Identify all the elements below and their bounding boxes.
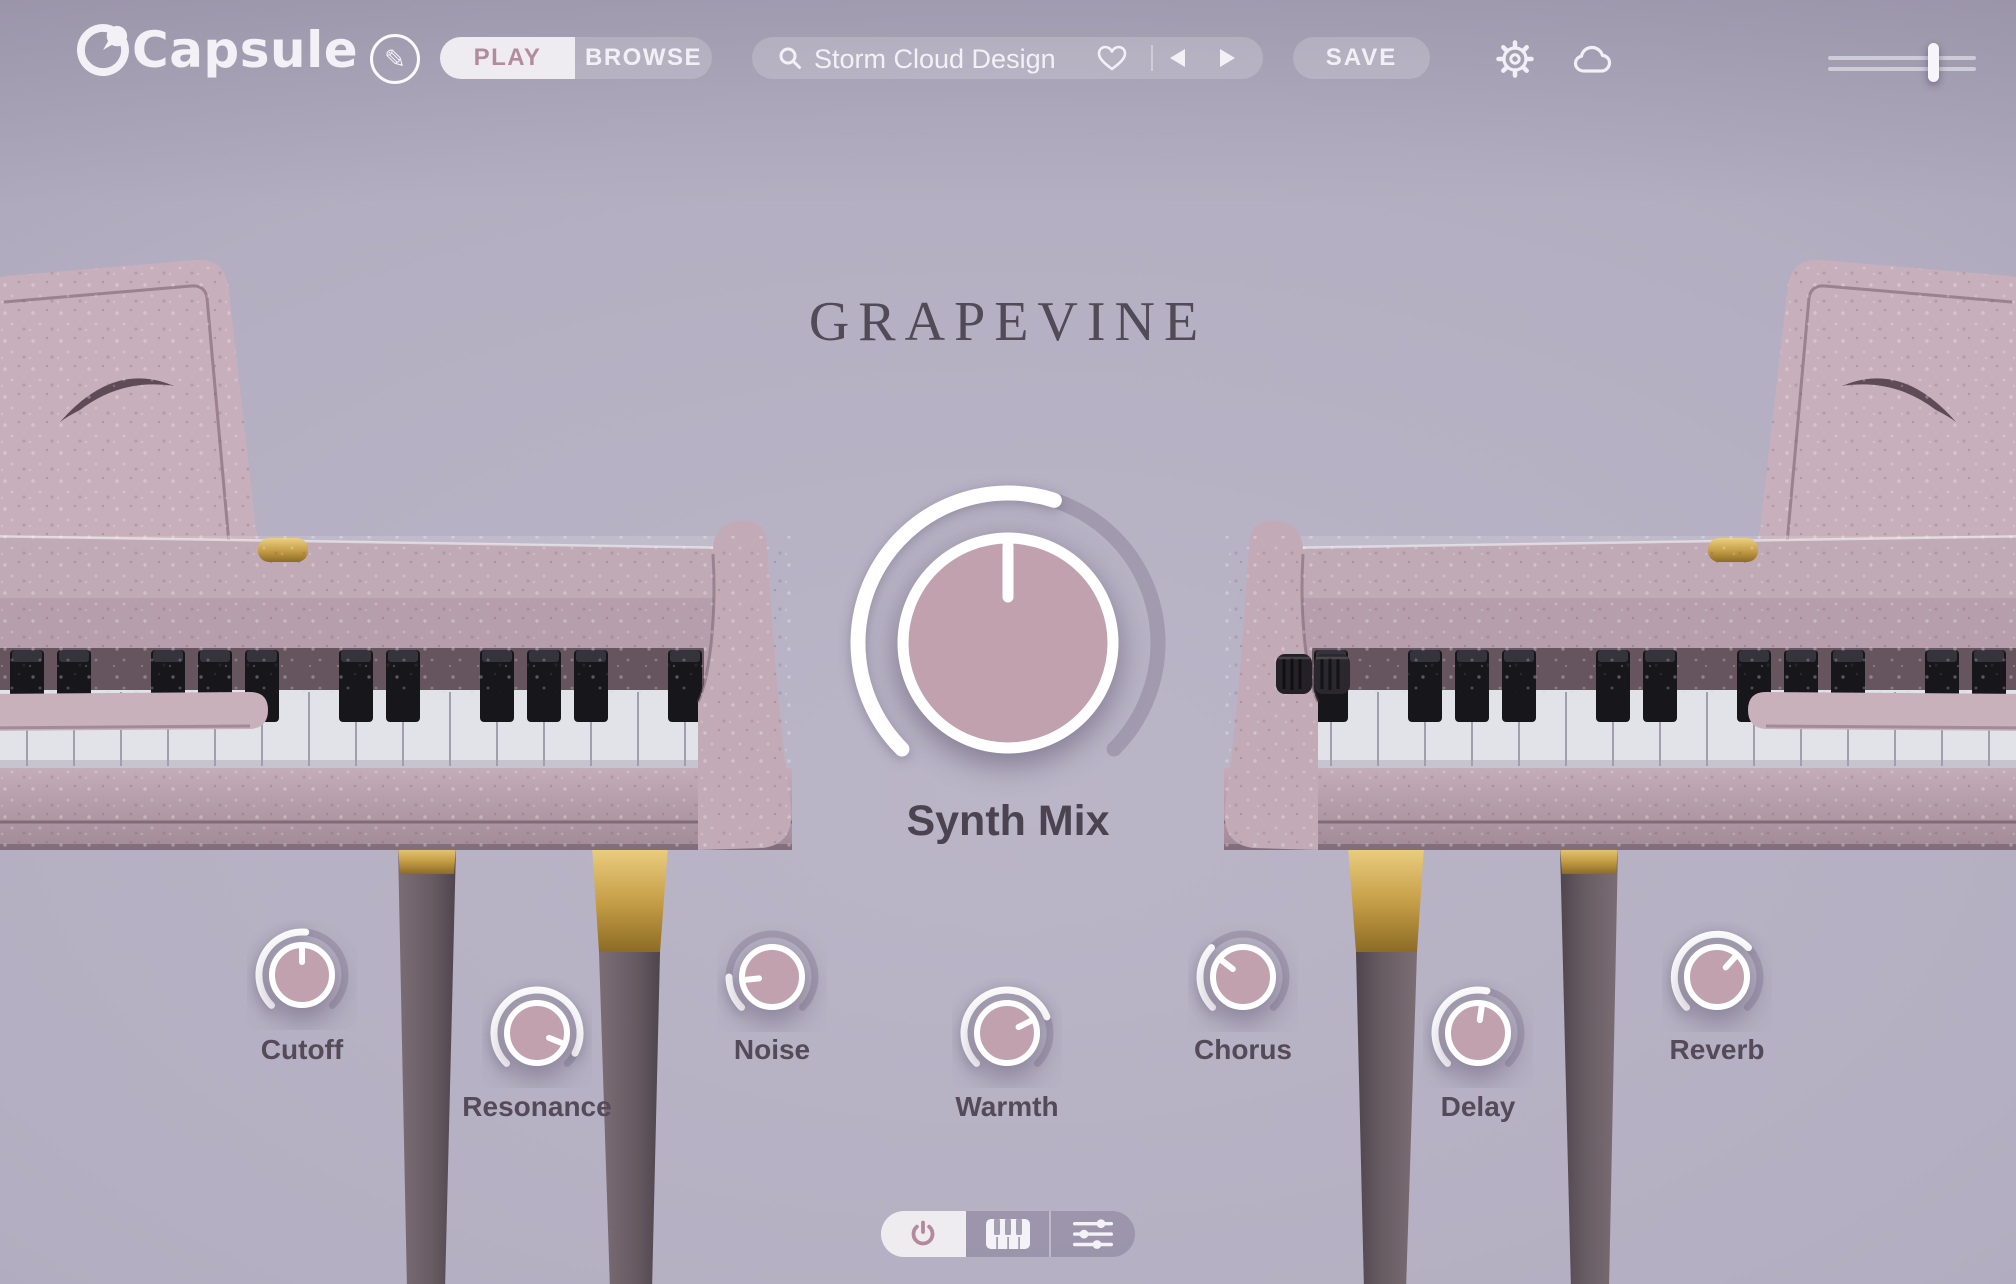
next-preset-button[interactable] bbox=[1220, 49, 1235, 67]
plugin-window: Capsule ✎ PLAY BROWSE Storm Cloud Design… bbox=[0, 0, 2016, 1284]
cutoff-knob[interactable] bbox=[247, 920, 357, 1030]
mixer-view-button[interactable] bbox=[1050, 1211, 1135, 1257]
logo-text: Capsule bbox=[132, 21, 358, 79]
synth-mix-label: Synth Mix bbox=[906, 797, 1109, 846]
volume-handle[interactable] bbox=[1928, 43, 1939, 82]
delay-label: Delay bbox=[1441, 1091, 1516, 1123]
reverb-label: Reverb bbox=[1670, 1034, 1765, 1066]
heart-icon[interactable] bbox=[1096, 43, 1128, 73]
volume-slider[interactable] bbox=[1828, 40, 1978, 86]
noise-knob[interactable] bbox=[717, 922, 827, 1032]
preset-bar[interactable]: Storm Cloud Design bbox=[752, 37, 1263, 79]
save-button[interactable]: SAVE bbox=[1293, 37, 1430, 79]
search-icon bbox=[778, 46, 802, 70]
preset-name[interactable]: Storm Cloud Design bbox=[814, 44, 1056, 75]
info-button[interactable]: ✎ bbox=[370, 34, 420, 84]
pencil-info-icon: ✎ bbox=[384, 44, 406, 75]
power-icon bbox=[909, 1220, 937, 1248]
synth-mix-knob[interactable] bbox=[838, 473, 1178, 813]
reverb-knob[interactable] bbox=[1662, 922, 1772, 1032]
instrument-title: GRAPEVINE bbox=[0, 290, 2016, 354]
capsule-logo: Capsule bbox=[77, 18, 358, 82]
tab-play[interactable]: PLAY bbox=[440, 37, 575, 79]
chorus-label: Chorus bbox=[1194, 1034, 1292, 1066]
play-browse-toggle: PLAY BROWSE bbox=[440, 37, 712, 79]
delay-knob[interactable] bbox=[1423, 978, 1533, 1088]
keyboard-view-button[interactable] bbox=[966, 1211, 1051, 1257]
mixer-icon bbox=[1071, 1219, 1115, 1249]
resonance-knob[interactable] bbox=[482, 978, 592, 1088]
volume-track-top[interactable] bbox=[1828, 56, 1976, 60]
pitch-mod-knobs bbox=[1276, 654, 1350, 694]
resonance-label: Resonance bbox=[462, 1091, 611, 1123]
tab-browse[interactable]: BROWSE bbox=[575, 37, 712, 79]
volume-track-bottom[interactable] bbox=[1828, 67, 1976, 71]
power-toggle-button[interactable] bbox=[881, 1211, 966, 1257]
warmth-label: Warmth bbox=[955, 1091, 1058, 1123]
prev-preset-button[interactable] bbox=[1170, 49, 1185, 67]
noise-label: Noise bbox=[734, 1034, 810, 1066]
cutoff-label: Cutoff bbox=[261, 1034, 343, 1066]
chorus-knob[interactable] bbox=[1188, 922, 1298, 1032]
keyboard-icon bbox=[985, 1218, 1031, 1250]
cloud-icon[interactable] bbox=[1572, 44, 1614, 76]
view-toggle bbox=[881, 1211, 1135, 1257]
warmth-knob[interactable] bbox=[952, 978, 1062, 1088]
divider bbox=[1151, 45, 1153, 71]
divider bbox=[1049, 1211, 1051, 1257]
capsule-logo-knob-icon bbox=[77, 24, 129, 76]
gear-icon[interactable] bbox=[1496, 40, 1534, 78]
